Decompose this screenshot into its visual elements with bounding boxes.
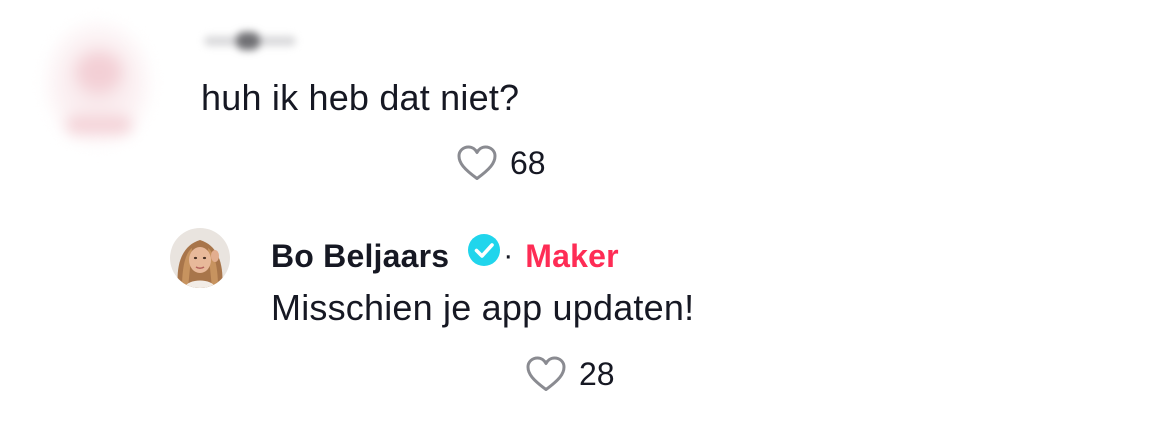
verified-check-icon <box>468 234 501 266</box>
heart-outline-icon[interactable] <box>456 144 498 182</box>
comment-text: Misschien je app updaten! <box>271 287 695 328</box>
avatar-blur-detail <box>66 116 132 134</box>
reply-header: Bo Beljaars · Maker <box>271 234 619 278</box>
redacted-text-blur <box>236 32 260 50</box>
avatar[interactable] <box>42 18 154 148</box>
creator-badge: Maker <box>525 237 619 274</box>
comment-text: huh ik heb dat niet? <box>201 77 520 118</box>
like-button[interactable]: 28 <box>525 354 615 394</box>
avatar-photo-image <box>170 228 230 288</box>
like-count: 68 <box>510 145 546 181</box>
avatar[interactable] <box>170 228 230 288</box>
separator-dot: · <box>503 239 514 272</box>
author-name[interactable]: Bo Beljaars <box>271 238 449 275</box>
username-redacted[interactable] <box>200 28 300 54</box>
avatar-blur-detail <box>76 52 122 92</box>
like-button[interactable]: 68 <box>456 143 546 183</box>
heart-outline-icon[interactable] <box>525 355 567 393</box>
like-count: 28 <box>579 356 615 392</box>
